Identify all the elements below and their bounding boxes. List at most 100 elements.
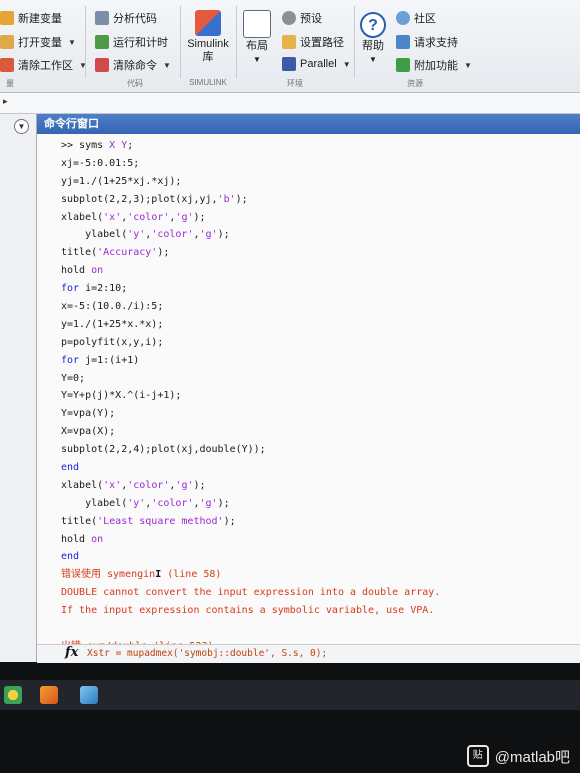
- code-token: (line 58): [167, 569, 222, 581]
- command-line: >> syms X Y;: [61, 137, 571, 155]
- layout-icon: [243, 10, 271, 38]
- code-token: If the input expression contains a symbo…: [61, 605, 435, 617]
- preferences-label: 预设: [300, 13, 322, 25]
- clear-commands-label: 清除命令: [113, 60, 157, 72]
- command-line: X=vpa(X);: [61, 423, 571, 441]
- code-token: 'color': [127, 211, 170, 223]
- code-token: 错误使用 symengin: [61, 569, 156, 581]
- preferences-button[interactable]: 预设: [282, 10, 322, 26]
- command-line: Y=0;: [61, 370, 571, 388]
- code-token: ylabel(: [61, 229, 128, 241]
- simulink-library-button[interactable]: Simulink 库: [186, 10, 230, 64]
- open-variable-label: 打开变量: [18, 37, 62, 49]
- code-token: hold: [61, 265, 92, 277]
- clear-commands-icon: [95, 58, 109, 72]
- command-line: yj=1./(1+25*xj.*xj);: [61, 173, 571, 191]
- code-token: 'g': [199, 497, 218, 509]
- code-token: 'g': [175, 479, 194, 491]
- code-token: ylabel(: [61, 497, 128, 509]
- request-support-button[interactable]: 请求支持: [396, 34, 458, 50]
- current-folder-panel: ▼: [0, 114, 37, 662]
- collapse-icon[interactable]: ▼: [14, 119, 29, 134]
- code-token: 'color': [151, 497, 194, 509]
- simulink-icon: [195, 10, 221, 36]
- command-line: subplot(2,2,3);plot(xj,yj,'b');: [61, 191, 571, 209]
- layout-button[interactable]: 布局 ▼: [242, 10, 272, 66]
- analyze-code-button[interactable]: 分析代码: [95, 10, 157, 26]
- clear-workspace-label: 清除工作区: [18, 60, 73, 72]
- chevron-down-icon: ▼: [68, 37, 76, 47]
- environment-section-label: 环境: [287, 79, 303, 88]
- section-divider: [236, 6, 237, 78]
- variable-section-label: 量: [6, 79, 14, 88]
- code-token: >> syms: [61, 140, 110, 151]
- command-line: for i=2:10;: [61, 280, 571, 298]
- code-token: Y=0;: [61, 372, 86, 384]
- code-token: 'b': [217, 193, 236, 205]
- code-token: title(: [61, 247, 98, 259]
- matlab-icon[interactable]: [40, 686, 58, 704]
- code-token: DOUBLE cannot convert the input expressi…: [61, 587, 441, 599]
- open-variable-icon: [0, 35, 14, 49]
- command-line: end: [61, 548, 571, 566]
- command-line: Y=Y+p(j)*X.^(i-j+1);: [61, 387, 571, 405]
- gear-icon: [282, 11, 296, 25]
- address-arrow-icon[interactable]: ▸: [3, 96, 8, 107]
- command-line: xj=-5:0.01:5;: [61, 155, 571, 173]
- set-path-button[interactable]: 设置路径: [282, 34, 344, 50]
- community-icon: [396, 11, 410, 25]
- code-token: 'y': [127, 229, 146, 241]
- clear-workspace-icon: [0, 58, 14, 72]
- command-prompt-line[interactable]: fx Xstr = mupadmex('symobj::double', S.s…: [37, 644, 580, 663]
- addons-icon: [396, 58, 410, 72]
- code-token: ;: [127, 140, 134, 151]
- chevron-down-icon: ▼: [342, 59, 351, 69]
- code-token: xlabel(: [61, 479, 104, 491]
- clear-commands-button[interactable]: 清除命令 ▼: [95, 57, 171, 73]
- parallel-button[interactable]: Parallel ▼: [282, 57, 351, 71]
- command-line: hold on: [61, 262, 571, 280]
- run-and-time-button[interactable]: 运行和计时: [95, 34, 168, 50]
- toolstrip: 新建变量 打开变量 ▼ 清除工作区 ▼ 量 分析代码 运行和计时 清除命令 ▼ …: [0, 0, 580, 93]
- code-section-label: 代码: [127, 79, 143, 88]
- code-token: 'y': [127, 497, 146, 509]
- help-button[interactable]: ? 帮助 ▼: [358, 12, 388, 66]
- simulink-section-label: SIMULINK: [189, 78, 227, 87]
- command-line: for j=1:(i+1): [61, 352, 571, 370]
- code-token: );: [223, 515, 236, 527]
- code-token: 'color': [127, 479, 170, 491]
- new-variable-label: 新建变量: [18, 13, 62, 25]
- folder-icon: [282, 35, 296, 49]
- code-token: );: [193, 211, 206, 223]
- clear-workspace-button[interactable]: 清除工作区 ▼: [0, 57, 87, 73]
- app-icon[interactable]: [4, 686, 22, 704]
- command-line: If the input expression contains a symbo…: [61, 602, 571, 620]
- simulink-library-label: Simulink 库: [187, 38, 229, 63]
- code-token: on: [91, 533, 104, 545]
- chevron-down-icon: ▼: [163, 60, 171, 70]
- watermark: 贴 @matlab吧: [466, 745, 570, 767]
- code-token: Y=Y+p(j)*X.^(i-j+1);: [61, 390, 182, 402]
- code-token: 'g': [199, 229, 218, 241]
- analyze-code-label: 分析代码: [113, 13, 157, 25]
- community-button[interactable]: 社区: [396, 10, 436, 26]
- command-output: >> syms X Y; xj=-5:0.01:5; yj=1./(1+25*xj.…: [61, 137, 571, 644]
- code-token: yj=1./(1+25*xj.*xj);: [61, 175, 182, 187]
- new-variable-button[interactable]: 新建变量: [0, 10, 62, 26]
- set-path-label: 设置路径: [300, 37, 344, 49]
- app-icon[interactable]: [80, 686, 98, 704]
- command-line: ylabel('y','color','g');: [61, 226, 571, 244]
- code-token: xlabel(: [61, 211, 104, 223]
- fx-icon[interactable]: fx: [65, 644, 78, 662]
- help-label: 帮助: [362, 40, 384, 52]
- command-line: DOUBLE cannot convert the input expressi…: [61, 584, 571, 602]
- command-line: xlabel('x','color','g');: [61, 477, 571, 495]
- addons-button[interactable]: 附加功能 ▼: [396, 57, 472, 73]
- command-window[interactable]: >> syms X Y; xj=-5:0.01:5; yj=1./(1+25*xj.…: [37, 134, 580, 644]
- parallel-icon: [282, 57, 296, 71]
- chevron-down-icon: ▼: [369, 55, 377, 64]
- open-variable-button[interactable]: 打开变量 ▼: [0, 34, 76, 50]
- code-token: for: [61, 354, 80, 366]
- tieba-logo-icon: 贴: [466, 745, 489, 767]
- code-token: 'Accuracy': [97, 247, 158, 259]
